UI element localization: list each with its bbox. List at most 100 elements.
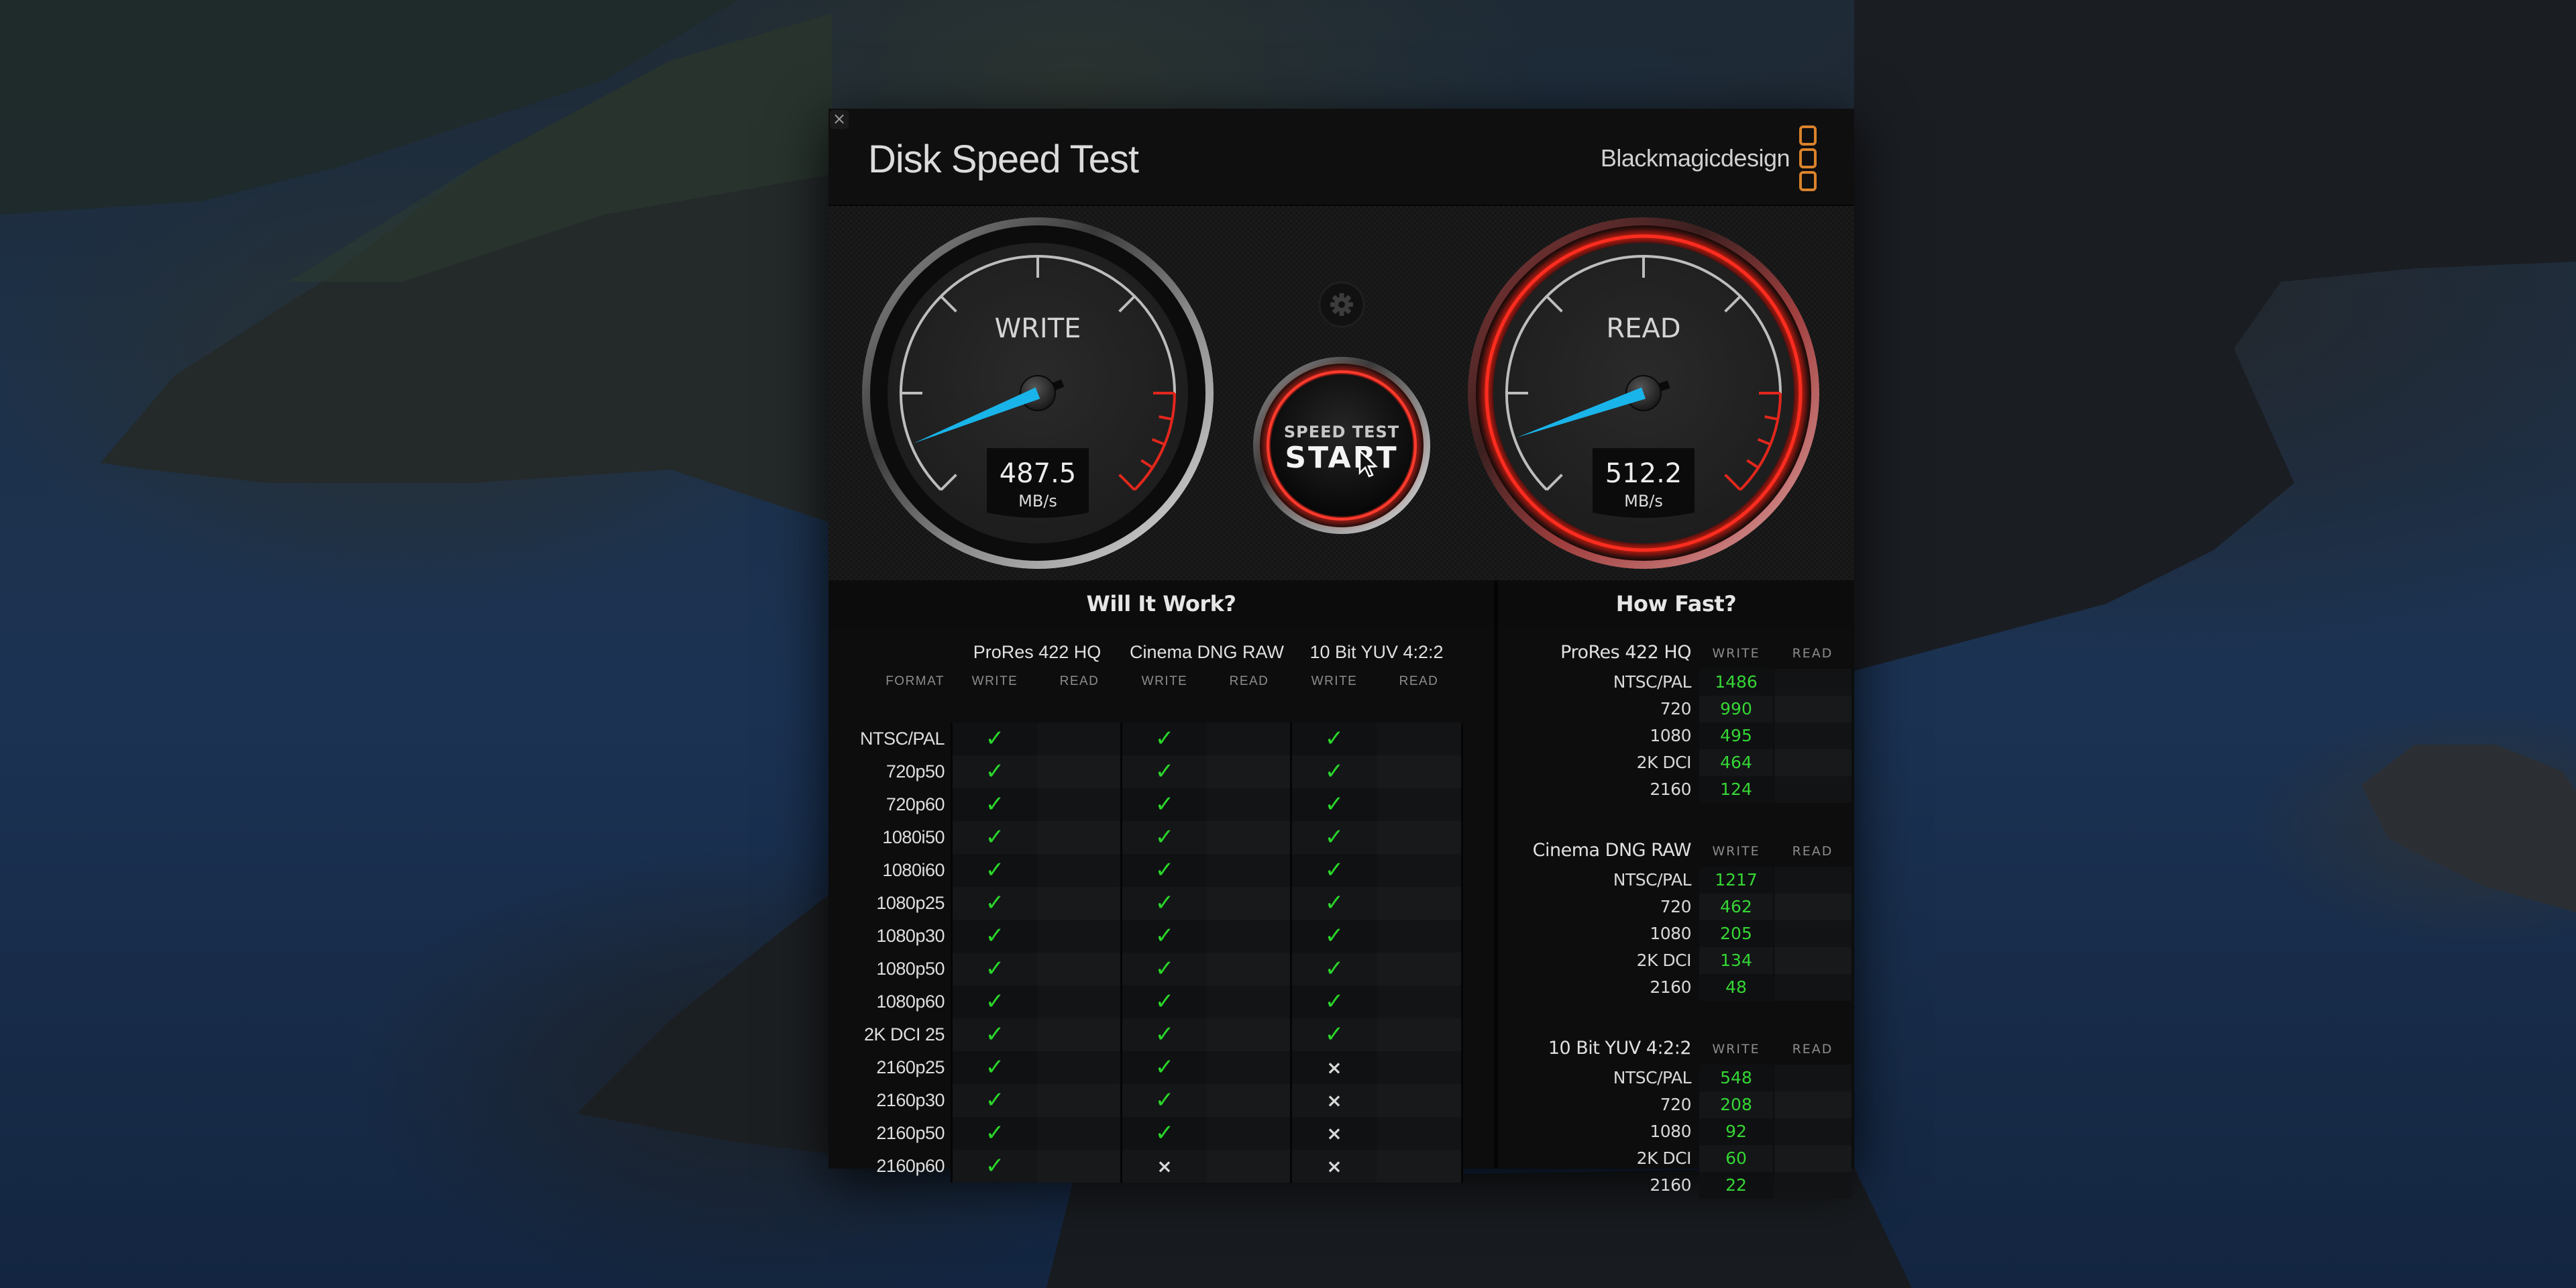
format-column-header: FORMAT — [885, 674, 945, 688]
write-result-cell: ✓ — [1292, 953, 1377, 985]
format-label: 2160p60 — [876, 1156, 945, 1176]
gauge-panel: WRITE 487.5 MB/s READ 512.2 MB/s SPEED T… — [828, 205, 1854, 584]
write-result-cell: ✓ — [1122, 1117, 1207, 1150]
cross-icon: × — [1326, 1155, 1342, 1177]
write-result-cell: ✓ — [953, 821, 1037, 854]
read-result-cell — [1037, 788, 1122, 821]
checkmark-icon: ✓ — [985, 1021, 1005, 1048]
write-result-cell: ✓ — [953, 1018, 1037, 1051]
write-result-cell: × — [1292, 1117, 1377, 1150]
wallpaper-rock-islet — [2361, 745, 2576, 912]
read-column-header: READ — [1059, 674, 1099, 688]
settings-button[interactable] — [1318, 281, 1365, 328]
write-result-cell: ✓ — [1292, 755, 1377, 788]
format-label: 720p50 — [885, 761, 945, 782]
checkmark-icon: ✓ — [1155, 824, 1175, 851]
table-row: 1080p50 ✓ ✓ ✓ — [828, 953, 1494, 985]
checkmark-icon: ✓ — [985, 758, 1005, 785]
frames-per-second-value: 208 — [1720, 1095, 1752, 1114]
write-result-cell: ✓ — [1292, 920, 1377, 953]
codec-group-title: ProRes 422 HQ — [1560, 642, 1691, 663]
read-value-cell — [1774, 696, 1851, 722]
write-result-cell: ✓ — [953, 1150, 1037, 1183]
table-row: 2160p60 ✓ × × — [828, 1150, 1494, 1183]
blackmagic-logo-icon — [1799, 125, 1817, 191]
column-separator — [951, 722, 953, 1183]
gauge-label: READ — [1606, 313, 1680, 344]
write-result-cell: ✓ — [953, 953, 1037, 985]
write-column-header: WRITE — [971, 674, 1018, 688]
table-row: NTSC/PAL 1217 — [1498, 867, 1854, 894]
gauge-unit: MB/s — [1624, 492, 1663, 511]
write-result-cell: × — [1122, 1150, 1207, 1183]
write-column-header: WRITE — [1712, 646, 1760, 661]
write-result-cell: ✓ — [953, 1117, 1037, 1150]
table-row: 2K DCI 134 — [1498, 947, 1854, 974]
brand-logo: Blackmagicdesign — [1601, 125, 1817, 191]
checkmark-icon: ✓ — [1155, 725, 1175, 752]
format-label: 720 — [1660, 699, 1692, 718]
read-result-cell — [1037, 1084, 1122, 1117]
column-separator — [1120, 722, 1122, 1183]
read-result-cell — [1207, 1051, 1291, 1084]
write-result-cell: ✓ — [1292, 788, 1377, 821]
read-value-cell — [1774, 1065, 1851, 1091]
read-result-cell — [1377, 1117, 1461, 1150]
write-result-cell: ✓ — [1292, 985, 1377, 1018]
column-separator — [1290, 722, 1292, 1183]
disk-speed-test-window: × Disk Speed Test Blackmagicdesign WRITE… — [828, 109, 1854, 1199]
read-result-cell — [1377, 985, 1461, 1018]
read-value-cell — [1774, 749, 1851, 776]
read-result-cell — [1207, 1150, 1291, 1183]
frames-per-second-value: 205 — [1720, 924, 1752, 943]
write-result-cell: ✓ — [953, 1084, 1037, 1117]
checkmark-icon: ✓ — [1155, 955, 1175, 982]
speed-test-start-button[interactable]: SPEED TEST START — [1253, 357, 1430, 534]
write-result-cell: ✓ — [1122, 854, 1207, 887]
cross-icon: × — [1326, 1057, 1342, 1079]
format-label: 2K DCI — [1636, 951, 1692, 970]
format-label: 1080 — [1650, 726, 1691, 745]
cross-icon: × — [1326, 1089, 1342, 1112]
window-header: × Disk Speed Test Blackmagicdesign — [828, 109, 1854, 205]
read-result-cell — [1037, 953, 1122, 985]
write-result-cell: ✓ — [953, 854, 1037, 887]
read-value-cell — [1774, 867, 1851, 894]
gauge-label: WRITE — [995, 313, 1081, 344]
write-column-header: WRITE — [1712, 1042, 1760, 1057]
write-result-cell: ✓ — [1292, 1018, 1377, 1051]
table-row: 2160 48 — [1498, 974, 1854, 1001]
results-area: Will It Work? How Fast? ProRes 422 HQ WRI… — [828, 580, 1854, 1199]
checkmark-icon: ✓ — [1324, 725, 1344, 752]
checkmark-icon: ✓ — [1324, 1021, 1344, 1048]
frames-per-second-value: 990 — [1720, 699, 1752, 718]
format-label: 1080p30 — [876, 926, 945, 946]
read-result-cell — [1037, 1150, 1122, 1183]
format-label: 720 — [1660, 897, 1692, 916]
write-result-cell: ✓ — [1122, 755, 1207, 788]
format-label: NTSC/PAL — [1613, 870, 1692, 890]
checkmark-icon: ✓ — [1155, 890, 1175, 916]
checkmark-icon: ✓ — [1155, 988, 1175, 1015]
checkmark-icon: ✓ — [985, 1054, 1005, 1081]
format-label: 2160 — [1650, 977, 1691, 997]
write-result-cell: ✓ — [1122, 821, 1207, 854]
checkmark-icon: ✓ — [985, 955, 1005, 982]
format-label: 2160 — [1650, 1175, 1691, 1195]
checkmark-icon: ✓ — [1324, 824, 1344, 851]
read-result-cell — [1377, 1051, 1461, 1084]
codec-header: 10 Bit YUV 4:2:2 — [1309, 642, 1444, 662]
read-result-cell — [1207, 1117, 1291, 1150]
write-result-cell: ✓ — [1122, 920, 1207, 953]
close-button[interactable]: × — [830, 110, 849, 129]
table-row: 720 990 — [1498, 696, 1854, 722]
read-result-cell — [1377, 887, 1461, 920]
checkmark-icon: ✓ — [1155, 1120, 1175, 1146]
write-result-cell: ✓ — [1122, 985, 1207, 1018]
read-column-header: READ — [1792, 1042, 1833, 1057]
frames-per-second-value: 462 — [1720, 897, 1752, 916]
read-result-cell — [1377, 953, 1461, 985]
frames-per-second-value: 1486 — [1715, 672, 1758, 692]
format-label: 2K DCI — [1636, 753, 1692, 772]
write-result-cell: ✓ — [1292, 854, 1377, 887]
